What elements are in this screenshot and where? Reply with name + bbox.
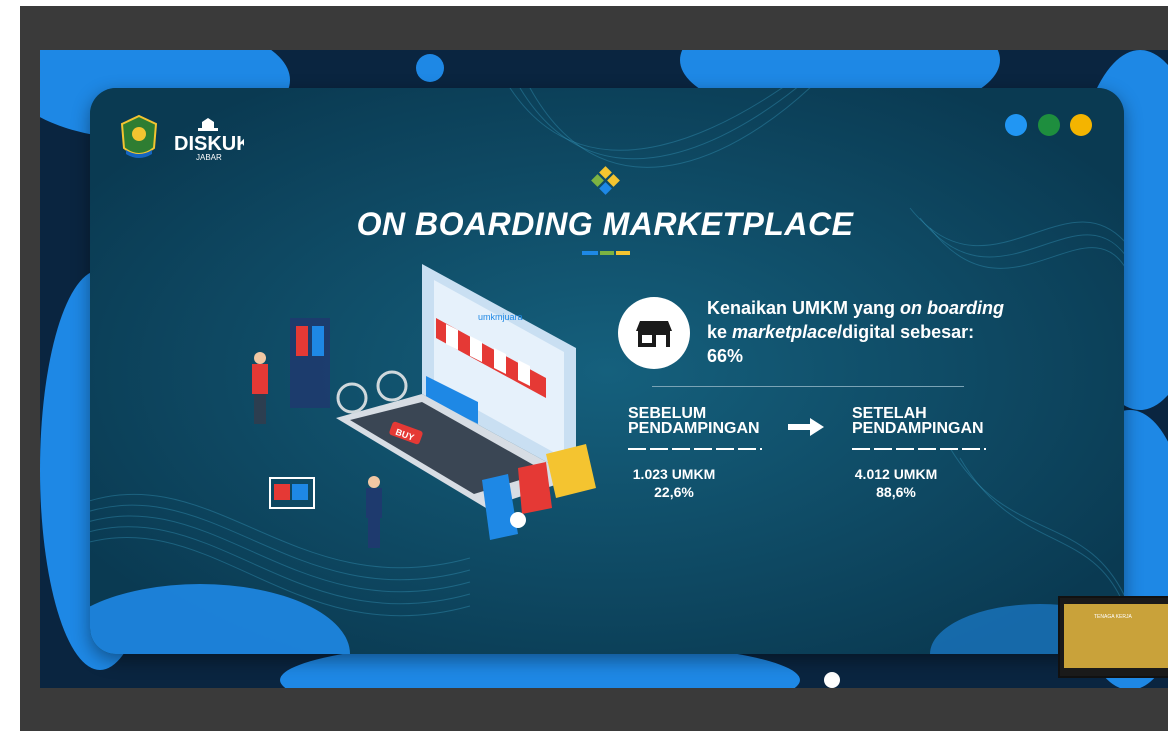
thumbnail-preview: TENAGA KERJA <box>1064 604 1168 668</box>
stat-text: Kenaikan UMKM yang on boarding ke market… <box>707 296 1007 368</box>
after-rule <box>852 448 986 450</box>
stat-text-italic-2: marketplace <box>732 322 838 342</box>
laptop-brand-text: umkmjuara <box>478 312 523 322</box>
window-dot-yellow <box>1070 114 1092 136</box>
after-heading-line-1: SETELAH <box>852 405 927 422</box>
after-percent: 88,6% <box>876 484 916 500</box>
diamond-logo-icon <box>591 166 620 195</box>
after-count: 4.012 UMKM <box>854 466 938 482</box>
slide-thumbnail[interactable]: TENAGA KERJA <box>1058 596 1168 678</box>
before-count: 1.023 UMKM <box>632 466 716 482</box>
title-underline-blue <box>582 251 598 255</box>
after-heading: SETELAH PENDAMPINGAN <box>852 405 1012 437</box>
arrow-right-icon <box>788 418 824 436</box>
stat-text-part-1: Kenaikan UMKM yang <box>707 298 901 318</box>
stat-text-italic-1: on boarding <box>900 298 1005 318</box>
diskuk-logo-icon: DISKUK JABAR <box>174 118 251 162</box>
before-percent: 22,6% <box>654 484 694 500</box>
before-heading-line-1: SEBELUM <box>628 405 707 422</box>
slide-title: ON BOARDING MARKETPLACE <box>356 206 854 242</box>
stat-divider <box>652 386 964 387</box>
title-underline-green <box>600 251 614 255</box>
diskuk-logo-subtext: JABAR <box>196 153 222 162</box>
diskuk-logo-text: DISKUK <box>174 133 244 155</box>
stat-text-part-2: ke <box>707 322 733 342</box>
window-dot-green <box>1038 114 1060 136</box>
diskuk-logo: DISKUK JABAR <box>172 118 251 164</box>
after-heading-line-2: PENDAMPINGAN <box>852 420 984 437</box>
window-dot-blue <box>1005 114 1027 136</box>
before-rule <box>628 448 762 450</box>
before-heading-line-2: PENDAMPINGAN <box>628 420 760 437</box>
store-icon-circle <box>618 297 690 369</box>
thumbnail-title: TENAGA KERJA <box>1094 614 1132 620</box>
before-heading: SEBELUM PENDAMPINGAN <box>628 405 788 437</box>
store-icon <box>636 321 672 347</box>
jabar-emblem-icon <box>120 114 158 158</box>
title-underline-yellow <box>616 251 630 255</box>
marketplace-illustration: umkmjuara BUY <box>252 264 596 548</box>
